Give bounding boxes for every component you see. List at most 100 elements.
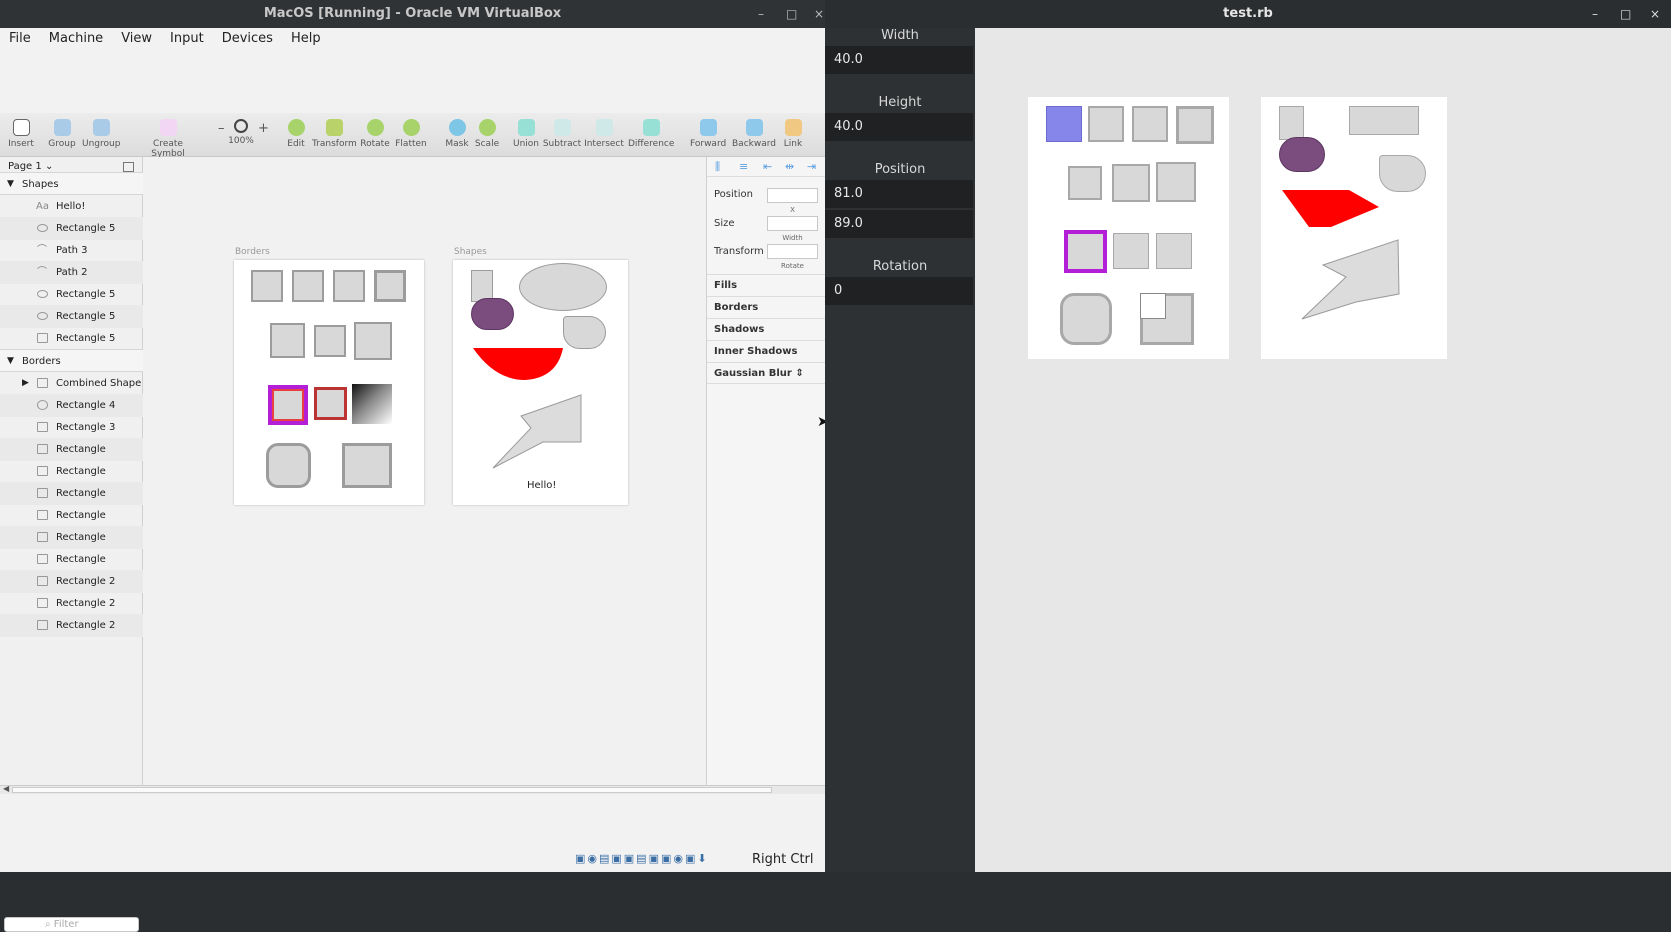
expand-icon[interactable]: ▶ — [22, 372, 29, 395]
align-left-icon[interactable]: ⇤ — [763, 160, 772, 173]
rounded-rect[interactable] — [1060, 293, 1112, 345]
distribute-icon[interactable]: ⫼ — [715, 160, 720, 174]
layer-row[interactable]: Rectangle 2 — [0, 614, 143, 637]
rect[interactable] — [1176, 106, 1214, 144]
close-icon[interactable]: × — [814, 0, 824, 28]
rect-purple-border[interactable] — [268, 385, 308, 425]
menu-devices[interactable]: Devices — [213, 28, 282, 46]
rounded-rect[interactable] — [266, 443, 311, 488]
backward-button[interactable]: Backward — [732, 119, 776, 149]
insert-button[interactable]: Insert — [6, 119, 36, 149]
borders-section[interactable]: Borders — [707, 296, 826, 318]
scale-button[interactable]: Scale — [474, 119, 500, 149]
layer-row[interactable]: Rectangle 5 — [0, 217, 143, 240]
rect-red-border[interactable] — [314, 387, 347, 420]
union-button[interactable]: Union — [512, 119, 540, 149]
rotation-field[interactable]: 0 — [825, 277, 973, 305]
menu-machine[interactable]: Machine — [40, 28, 112, 46]
vbox-titlebar[interactable]: MacOS [Running] - Oracle VM VirtualBox — [0, 0, 825, 28]
layer-row[interactable]: Rectangle — [0, 548, 143, 571]
subtract-button[interactable]: Subtract — [542, 119, 582, 149]
layer-row[interactable]: Rectangle — [0, 460, 143, 483]
layer-row[interactable]: Rectangle 4 — [0, 394, 143, 417]
horizontal-scrollbar[interactable]: ◀ — [0, 784, 825, 794]
menu-file[interactable]: File — [0, 28, 40, 46]
layer-row[interactable]: Rectangle 2 — [0, 570, 143, 593]
rect[interactable] — [333, 270, 365, 302]
menu-input[interactable]: Input — [161, 28, 213, 46]
minimize-icon[interactable]: – — [758, 0, 764, 28]
gaussian-blur-section[interactable]: Gaussian Blur ⇕ — [707, 362, 826, 384]
artboard-shapes[interactable]: Hello! — [453, 260, 628, 505]
position-x-input[interactable] — [767, 188, 818, 203]
difference-button[interactable]: Difference — [628, 119, 674, 149]
link-button[interactable]: Link — [782, 119, 804, 149]
filter-input[interactable]: ⌕ Filter — [4, 917, 139, 932]
layer-row[interactable]: Rectangle 5 — [0, 283, 143, 306]
combined-shape[interactable] — [342, 443, 392, 488]
forward-button[interactable]: Forward — [690, 119, 726, 149]
layer-row[interactable]: Rectangle — [0, 482, 143, 505]
page-selector[interactable]: Page 1 ⌄ — [8, 161, 53, 172]
layer-row[interactable]: Aa Hello! — [0, 195, 143, 218]
grey-path[interactable] — [1301, 239, 1400, 320]
layer-row[interactable]: Rectangle 3 — [0, 416, 143, 439]
transform-button[interactable]: Transform — [312, 119, 357, 149]
rect[interactable] — [1156, 233, 1192, 269]
zoom-out-button[interactable]: – — [218, 121, 225, 136]
rect[interactable] — [270, 323, 305, 358]
collapse-icon[interactable] — [123, 162, 134, 172]
rect-gradient[interactable] — [352, 384, 392, 424]
red-path[interactable] — [473, 348, 563, 380]
ungroup-button[interactable]: Ungroup — [82, 119, 120, 149]
layer-row[interactable]: Rectangle — [0, 438, 143, 461]
distribute-v-icon[interactable]: ≡ — [739, 160, 748, 173]
layer-row[interactable]: ▶ Combined Shape — [0, 372, 143, 395]
layer-row[interactable]: Rectangle 5 — [0, 305, 143, 328]
grey-path[interactable] — [492, 394, 582, 469]
rotate-input[interactable] — [767, 244, 818, 259]
maximize-icon[interactable]: □ — [1620, 0, 1631, 28]
artboard-borders[interactable] — [234, 260, 424, 505]
disclosure-icon[interactable]: ▼ — [7, 350, 14, 373]
testrb-titlebar[interactable]: test.rb — [825, 0, 1671, 28]
rect-purple-border[interactable] — [1064, 230, 1107, 273]
align-right-icon[interactable]: ⇥ — [807, 160, 816, 173]
group-button[interactable]: Group — [46, 119, 78, 149]
rect[interactable] — [1112, 164, 1150, 202]
rect[interactable] — [1088, 106, 1124, 142]
rect[interactable] — [354, 322, 392, 360]
width-input[interactable] — [767, 216, 818, 231]
edit-button[interactable]: Edit — [284, 119, 308, 149]
zoom-control[interactable]: 100% — [228, 119, 254, 146]
maximize-icon[interactable]: □ — [786, 0, 797, 28]
rect[interactable] — [292, 270, 324, 302]
rect[interactable] — [1132, 106, 1168, 142]
scroll-left-icon[interactable]: ◀ — [3, 784, 9, 793]
device-status-icons[interactable]: ▣◉▤▣▣▤▣▣◉▣⬇ — [575, 852, 709, 865]
rect[interactable] — [251, 270, 283, 302]
layer-row[interactable]: Rectangle 5 — [0, 327, 143, 350]
layer-row[interactable]: ⌒ Path 3 — [0, 239, 143, 262]
canvas[interactable]: Borders Shapes Hello! — [143, 157, 706, 785]
flatten-button[interactable]: Flatten — [394, 119, 428, 149]
menu-view[interactable]: View — [112, 28, 161, 46]
intersect-button[interactable]: Intersect — [584, 119, 624, 149]
rect[interactable] — [1113, 233, 1149, 269]
rect[interactable] — [374, 270, 406, 302]
disclosure-icon[interactable]: ▼ — [7, 173, 14, 196]
align-center-icon[interactable]: ⇹ — [785, 160, 794, 173]
shadows-section[interactable]: Shadows — [707, 318, 826, 340]
width-field[interactable]: 40.0 — [825, 46, 973, 74]
layer-row[interactable]: Rectangle — [0, 526, 143, 549]
position-y-field[interactable]: 89.0 — [825, 210, 973, 238]
layer-group-shapes[interactable]: ▼ Shapes — [0, 172, 143, 195]
scroll-thumb[interactable] — [12, 787, 772, 793]
fills-section[interactable]: Fills — [707, 274, 826, 296]
rect[interactable] — [1156, 162, 1196, 202]
rect[interactable] — [1068, 166, 1102, 200]
rotate-button[interactable]: Rotate — [360, 119, 390, 149]
layer-row[interactable]: Rectangle — [0, 504, 143, 527]
layer-row[interactable]: ⌒ Path 2 — [0, 261, 143, 284]
red-path[interactable] — [1282, 190, 1379, 227]
